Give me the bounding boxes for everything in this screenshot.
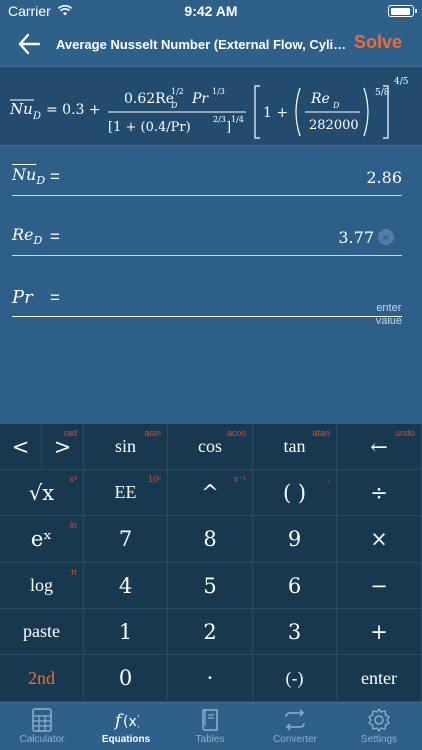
parentheses-key[interactable]: ( ), <box>253 470 337 516</box>
ee-key[interactable]: EE 10ˣ <box>84 470 168 516</box>
pr-field[interactable]: Pr = <box>12 271 402 317</box>
nu-field[interactable]: NuD = 2.86 <box>12 150 402 196</box>
calculator-icon <box>32 708 52 732</box>
nav-title: Average Nusselt Number (External Flow, C… <box>56 37 354 52</box>
enter-key[interactable]: enter <box>337 655 422 702</box>
formula-re-sub: D <box>332 101 340 110</box>
exp-key[interactable]: eˣ ln <box>0 516 84 563</box>
tab-tables[interactable]: Tables <box>168 705 252 750</box>
nu-equals: = <box>50 167 60 186</box>
digit-1-key[interactable]: 1 <box>84 609 168 655</box>
digit-0-key[interactable]: 0 <box>84 655 168 702</box>
paste-key[interactable]: paste <box>0 609 84 655</box>
formula-banner: Nu D = 0.3 + 0.62Re 1/2 D Pr 1/3 [1 + (0… <box>0 66 422 146</box>
tan-key[interactable]: tan atan <box>253 424 337 470</box>
re-field[interactable]: ReD = 3.77 <box>12 210 402 256</box>
keypad: < > rad sin asin cos acos tan atan ← undo √x x… <box>0 424 422 702</box>
digit-9-key[interactable]: 9 <box>253 516 337 563</box>
tab-converter[interactable]: Converter <box>253 705 337 750</box>
formula-br-one: 1 + <box>263 105 288 121</box>
tab-settings[interactable]: Settings <box>337 705 421 750</box>
cursor-left-key[interactable]: < <box>0 424 42 470</box>
digit-8-key[interactable]: 8 <box>168 516 253 563</box>
re-label: ReD <box>12 224 43 247</box>
formula-den-outer-exp: 1/4 <box>231 115 244 124</box>
formula-lhs: Nu <box>9 100 33 118</box>
clear-field-icon[interactable] <box>378 229 394 245</box>
minus-key[interactable]: − <box>337 563 422 609</box>
solve-button[interactable]: Solve <box>354 32 402 53</box>
formula-num-pr: Pr <box>191 91 209 107</box>
digit-2-key[interactable]: 2 <box>168 609 253 655</box>
formula-re: Re <box>310 91 330 107</box>
nav-bar: Average Nusselt Number (External Flow, C… <box>0 22 422 66</box>
multiply-key[interactable]: × <box>337 516 422 563</box>
formula-re-den: 282000 <box>309 118 359 133</box>
re-value: 3.77 <box>338 228 374 247</box>
gear-icon <box>368 708 390 732</box>
back-arrow-icon[interactable] <box>16 32 42 56</box>
tab-calculator[interactable]: Calculator <box>0 705 84 750</box>
arrows-icon <box>285 709 305 731</box>
tab-equations[interactable]: f (x) Equations <box>84 705 168 750</box>
digit-4-key[interactable]: 4 <box>84 563 168 609</box>
formula-num-sub: D <box>170 101 178 110</box>
formula-outer-exp: 4/5 <box>394 77 409 87</box>
book-icon <box>202 709 218 731</box>
re-equals: = <box>50 227 60 246</box>
sin-key[interactable]: sin asin <box>84 424 168 470</box>
decimal-key[interactable]: · <box>168 655 253 702</box>
formula-num: 0.62Re <box>124 91 174 107</box>
status-bar: Carrier 9:42 AM <box>0 0 422 22</box>
pr-equals: = <box>50 288 60 307</box>
status-time: 9:42 AM <box>184 3 238 19</box>
cursor-right-key[interactable]: > rad <box>42 424 84 470</box>
formula-num-pr-exp: 1/3 <box>212 87 225 96</box>
digit-7-key[interactable]: 7 <box>84 516 168 563</box>
formula-num-exp: 1/2 <box>171 87 184 96</box>
svg-text:(x): (x) <box>123 714 139 730</box>
digit-3-key[interactable]: 3 <box>253 609 337 655</box>
formula-lhs-sub: D <box>32 111 41 122</box>
divide-key[interactable]: ÷ <box>337 470 422 516</box>
formula-den-exp: 2/3 <box>213 115 226 124</box>
tab-bar: Calculator f (x) Equations Tables Conver… <box>0 702 422 750</box>
log-key[interactable]: log π <box>0 563 84 609</box>
power-key[interactable]: ^ x⁻¹ <box>168 470 253 516</box>
pr-label: Pr <box>12 287 33 308</box>
sqrt-key[interactable]: √x x² <box>0 470 84 516</box>
digit-6-key[interactable]: 6 <box>253 563 337 609</box>
nu-label: NuD <box>12 164 46 187</box>
formula-eq-const: = 0.3 + <box>46 102 101 118</box>
negate-key[interactable]: (-) <box>253 655 337 702</box>
plus-key[interactable]: + <box>337 609 422 655</box>
cos-key[interactable]: cos acos <box>168 424 253 470</box>
enter-value-hint: enter value <box>375 302 402 327</box>
nu-value: 2.86 <box>366 168 402 187</box>
digit-5-key[interactable]: 5 <box>168 563 253 609</box>
second-function-key[interactable]: 2nd <box>0 655 84 702</box>
function-icon: f (x) <box>113 711 139 731</box>
formula-den: [1 + (0.4/Pr) <box>108 120 191 135</box>
battery-icon <box>388 5 417 17</box>
backspace-key[interactable]: ← undo <box>337 424 422 470</box>
